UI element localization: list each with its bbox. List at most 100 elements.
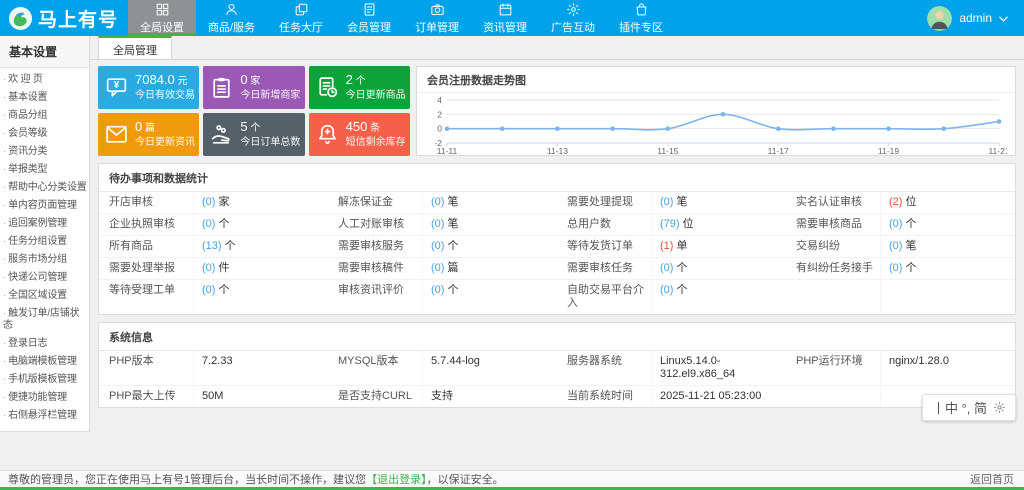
sysinfo-label	[786, 386, 881, 407]
sidebar-item[interactable]: 欢 迎 页	[0, 71, 89, 89]
stat-count-link[interactable]: (0)	[202, 196, 215, 208]
stat-cards: ¥7084.0 元今日有效交易 0 家今日新增商家 2 个今日更新商品 0 篇今日更新…	[98, 66, 410, 156]
copy-icon	[294, 2, 309, 17]
stat-card[interactable]: 0 家今日新增商家	[203, 66, 305, 109]
ime-status-text[interactable]: 丨中 °, 简	[932, 398, 987, 417]
sidebar-item[interactable]: 全国区域设置	[0, 287, 89, 305]
stat-card[interactable]: 5 个今日订单总数	[203, 113, 305, 156]
stat-label: 实名认证审核	[786, 192, 881, 213]
stat-count-link[interactable]: (0)	[660, 196, 673, 208]
todo-row: 需要处理举报 (0) 件需要审核稿件 (0) 篇需要审核任务 (0) 个有纠纷任务接手…	[99, 258, 1015, 280]
ime-settings-gear-icon[interactable]	[993, 401, 1006, 414]
svg-text:11-13: 11-13	[547, 146, 568, 156]
sidebar-item[interactable]: 会员等级	[0, 125, 89, 143]
back-home-link[interactable]: 返回首页	[970, 471, 1014, 487]
tab-global-management[interactable]: 全局管理	[98, 36, 172, 59]
nav-item-grid[interactable]: 全局设置	[128, 0, 196, 36]
stat-label: 所有商品	[99, 236, 194, 257]
sidebar-item[interactable]: 商品分组	[0, 107, 89, 125]
sidebar-item[interactable]: 任务分组设置	[0, 233, 89, 251]
sidebar: 基本设置 欢 迎 页基本设置商品分组会员等级资讯分类举报类型帮助中心分类设置单内…	[0, 36, 90, 470]
chevron-down-icon	[999, 11, 1008, 25]
user-menu[interactable]: admin	[911, 0, 1024, 36]
sidebar-item[interactable]: 举报类型	[0, 161, 89, 179]
sidebar-item[interactable]: 快递公司管理	[0, 269, 89, 287]
sysinfo-value: Linux5.14.0-312.el9.x86_64	[660, 355, 736, 380]
stat-card-text: 2 个今日更新商品	[346, 73, 406, 102]
footer-notice-suffix: ，以保证安全。	[426, 474, 504, 486]
sidebar-list: 欢 迎 页基本设置商品分组会员等级资讯分类举报类型帮助中心分类设置单内容页面管理…	[0, 68, 89, 431]
footer: 尊敬的管理员，您正在使用马上有号1管理后台，当长时间不操作，建议您【退出登录】，…	[0, 470, 1024, 490]
stat-card[interactable]: 2 个今日更新商品	[308, 66, 410, 109]
app-window: 马上有号 全局设置 商品/服务 任务大厅 会员管理 订单管理 资讯管理 广告互动 插件专区 a…	[0, 0, 1024, 490]
stat-count-link[interactable]: (2)	[889, 196, 902, 208]
nav-item-copy[interactable]: 任务大厅	[267, 0, 335, 36]
stat-count-link[interactable]: (0)	[889, 218, 902, 230]
stat-label: 交易纠纷	[786, 236, 881, 257]
stat-count-link[interactable]: (0)	[202, 218, 215, 230]
sidebar-item[interactable]: 基本设置	[0, 89, 89, 107]
sidebar-item[interactable]: 登录日志	[0, 335, 89, 353]
sidebar-item[interactable]: 服务市场分组	[0, 251, 89, 269]
stat-count-link[interactable]: (1)	[660, 240, 673, 252]
stat-count-link[interactable]: (79)	[660, 218, 680, 230]
svg-text:0: 0	[437, 124, 442, 134]
nav-item-label: 任务大厅	[279, 21, 324, 34]
stat-count-link[interactable]: (13)	[202, 240, 222, 252]
sidebar-item[interactable]: 资讯分类	[0, 143, 89, 161]
chart-panel: 会员注册数据走势图 4 2 0 -2 11-11 11-13 11-15 11-17 11-19…	[416, 66, 1016, 156]
stat-card-value: 2 个	[345, 72, 366, 87]
stat-count-link[interactable]: (0)	[889, 262, 902, 274]
sidebar-item[interactable]: 手机版模板管理	[0, 371, 89, 389]
svg-text:11-17: 11-17	[768, 146, 789, 156]
sysinfo-label: PHP版本	[99, 351, 194, 385]
hand-coins-icon	[209, 122, 234, 147]
stat-count-link[interactable]: (0)	[431, 262, 444, 274]
sidebar-item[interactable]: 触发订单/店铺状态	[0, 305, 89, 335]
sysinfo-value: 7.2.33	[202, 355, 233, 367]
user-icon	[224, 2, 239, 17]
stat-count-link[interactable]: (0)	[431, 196, 444, 208]
nav-item-camera[interactable]: 订单管理	[403, 0, 471, 36]
sidebar-item[interactable]: 便捷功能管理	[0, 389, 89, 407]
nav-item-label: 会员管理	[347, 21, 392, 34]
stat-count-link[interactable]: (0)	[889, 240, 902, 252]
nav-item-user[interactable]: 商品/服务	[196, 0, 267, 36]
envelope-icon	[104, 122, 129, 147]
sysinfo-label: 服务器系统	[557, 351, 652, 385]
stat-count-link[interactable]: (0)	[202, 262, 215, 274]
stat-card-label: 今日订单总数	[240, 137, 301, 148]
sidebar-item[interactable]: 单内容页面管理	[0, 197, 89, 215]
stat-value: (0) 个	[889, 218, 917, 230]
stat-card-text: 5 个今日订单总数	[240, 120, 300, 149]
sidebar-item[interactable]: 电脑端模板管理	[0, 353, 89, 371]
stat-count-link[interactable]: (0)	[660, 262, 673, 274]
stat-count-link[interactable]: (0)	[431, 218, 444, 230]
stat-count-link[interactable]: (0)	[202, 284, 215, 296]
sysinfo-label: PHP最大上传	[99, 386, 194, 407]
nav-item-bag[interactable]: 插件专区	[607, 0, 675, 36]
sysinfo-value: nginx/1.28.0	[889, 355, 949, 367]
nav-item-gear[interactable]: 广告互动	[539, 0, 607, 36]
stat-value: (0) 个	[202, 218, 230, 230]
stat-card[interactable]: 0 篇今日更新资讯	[98, 113, 200, 156]
sysinfo-label: PHP运行环境	[786, 351, 881, 385]
stat-count-link[interactable]: (0)	[660, 284, 673, 296]
sidebar-item[interactable]: 追回案例管理	[0, 215, 89, 233]
stat-value: (1) 单	[660, 240, 688, 252]
logout-link[interactable]: 【退出登录】	[366, 474, 427, 486]
nav-item-doc[interactable]: 会员管理	[335, 0, 403, 36]
ime-toolbar[interactable]: 丨中 °, 简	[921, 394, 1016, 421]
stat-count-link[interactable]: (0)	[431, 284, 444, 296]
sidebar-item[interactable]: 帮助中心分类设置	[0, 179, 89, 197]
top-row: ¥7084.0 元今日有效交易 0 家今日新增商家 2 个今日更新商品 0 篇今日更新…	[98, 66, 1016, 156]
sysinfo-panel: 系统信息 PHP版本 7.2.33 MYSQL版本 5.7.44-log 服务器系统 Li…	[98, 322, 1016, 408]
nav-item-calendar[interactable]: 资讯管理	[471, 0, 539, 36]
stat-value: (2) 位	[889, 196, 917, 208]
stat-card[interactable]: 450 条短信剩余库存	[308, 113, 410, 156]
sysinfo-value: 2025-11-21 05:23:00	[660, 390, 762, 402]
stat-card[interactable]: ¥7084.0 元今日有效交易	[98, 66, 200, 109]
stat-count-link[interactable]: (0)	[431, 240, 444, 252]
sidebar-item[interactable]: 右侧悬浮栏管理	[0, 407, 89, 425]
stat-label: 总用户数	[557, 214, 652, 235]
